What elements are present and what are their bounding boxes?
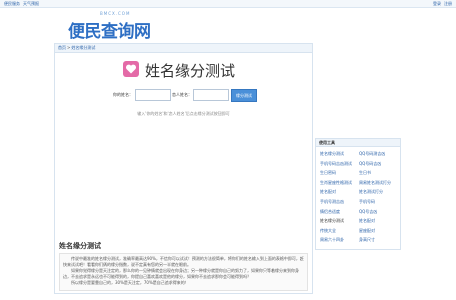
your-name-input[interactable] [135,89,171,101]
section-description: 传说中最准的姓名缘分测试，准确率最高达90%，不信你可以试试！预测的方法很简单，… [59,253,308,291]
breadcrumb-home[interactable]: 首页 [58,45,66,50]
page-title: 姓名缘分测试 [145,62,236,80]
test-button[interactable]: 缘分测试 [231,89,257,102]
partner-name-label: 恋人姓名： [172,92,192,97]
sidebar-title: 使用工具 [316,139,400,147]
breadcrumb: 首页>姓名缘分测试 [55,44,312,53]
sidebar-item[interactable]: 生肖星座性格测试 [320,178,359,188]
top-link-weather[interactable]: 天气预报 [23,1,39,6]
sidebar-item[interactable]: 情侣合适度 [320,207,359,217]
top-link-services[interactable]: 便民服务 [4,1,20,6]
sidebar-item[interactable]: QQ号吉凶 [359,207,398,217]
sidebar-list: 姓名缘分测试 QQ号码测吉凶 手机号码吉凶测试 QQ号码吉凶 生日密码 生日书 … [320,149,398,245]
sidebar-tools: 使用工具 姓名缘分测试 QQ号码测吉凶 手机号码吉凶测试 QQ号码吉凶 生日密码… [315,138,401,250]
top-bar: 便民服务 天气预报 登录 注册 [0,0,456,8]
sidebar-item[interactable]: 身高尺寸 [359,235,398,245]
breadcrumb-separator: > [67,45,71,50]
your-name-label: 你的姓名： [113,92,133,97]
top-bar-right-links: 登录 注册 [430,1,452,7]
main-panel: 首页>姓名缘分测试 姓名缘分测试 你的姓名： 恋人姓名： 缘分测试 输入'你的姓… [54,43,313,294]
sidebar-item[interactable]: 姓名缘分测试 [320,149,359,159]
top-bar-left-links: 便民服务 天气预报 [4,1,42,7]
blank-area [55,124,312,230]
sidebar-item[interactable]: 传统大全 [320,226,359,236]
sidebar-item[interactable]: 生日书 [359,168,398,178]
sidebar-item[interactable]: 姓名配对 [320,187,359,197]
partner-name-input[interactable] [193,89,229,101]
page-title-block: 姓名缘分测试 [123,57,243,81]
sidebar-item[interactable]: 姓名测试打分 [359,187,398,197]
description-paragraph: 如果你觉得缘分是天注定的，那么你的一见钟情就会出现在你身边；另一种缘分就是你自己… [63,268,299,279]
sidebar-item[interactable]: 生日密码 [320,168,359,178]
sidebar-item-current: 姓名缘分测试 [320,218,344,224]
description-paragraph: 传说中最准的姓名缘分测试，准确率最高达90%，不信你可以试试！预测的方法很简单，… [63,256,304,267]
sidebar-item[interactable]: 星座配对 [359,226,398,236]
logo-domain: BMCX.COM [100,11,131,16]
description-paragraph: 所以缘分是要靠自己的，30%是天注定，70%是自己追求得来的！ [71,280,189,285]
login-link[interactable]: 登录 [433,1,441,6]
sidebar-item[interactable]: QQ号码吉凶 [359,159,398,169]
section-title: 姓名缘分测试 [59,242,101,250]
sidebar-item[interactable]: 手机号码 [359,197,398,207]
logo-brand: 便民查询网 [68,22,151,42]
register-link[interactable]: 注册 [444,1,452,6]
sidebar-item[interactable]: QQ号码测吉凶 [359,149,398,159]
sidebar-item[interactable]: 周易姓名测试打分 [359,178,398,188]
sidebar-item[interactable]: 手机号测吉凶 [320,197,359,207]
sidebar-item[interactable]: 周易六十四卦 [320,235,359,245]
sidebar-item[interactable]: 姓名配对 [359,216,398,226]
site-logo[interactable]: BMCX.COM 便民查询网 [54,11,164,42]
usage-tip: 输入'你的姓名'和'恋人姓名'后点击缘分测试按钮即可 [137,111,230,116]
breadcrumb-current[interactable]: 姓名缘分测试 [71,45,95,50]
heart-icon [123,61,139,77]
name-test-form: 你的姓名： 恋人姓名： 缘分测试 [55,88,312,102]
sidebar-item[interactable]: 手机号码吉凶测试 [320,159,359,169]
